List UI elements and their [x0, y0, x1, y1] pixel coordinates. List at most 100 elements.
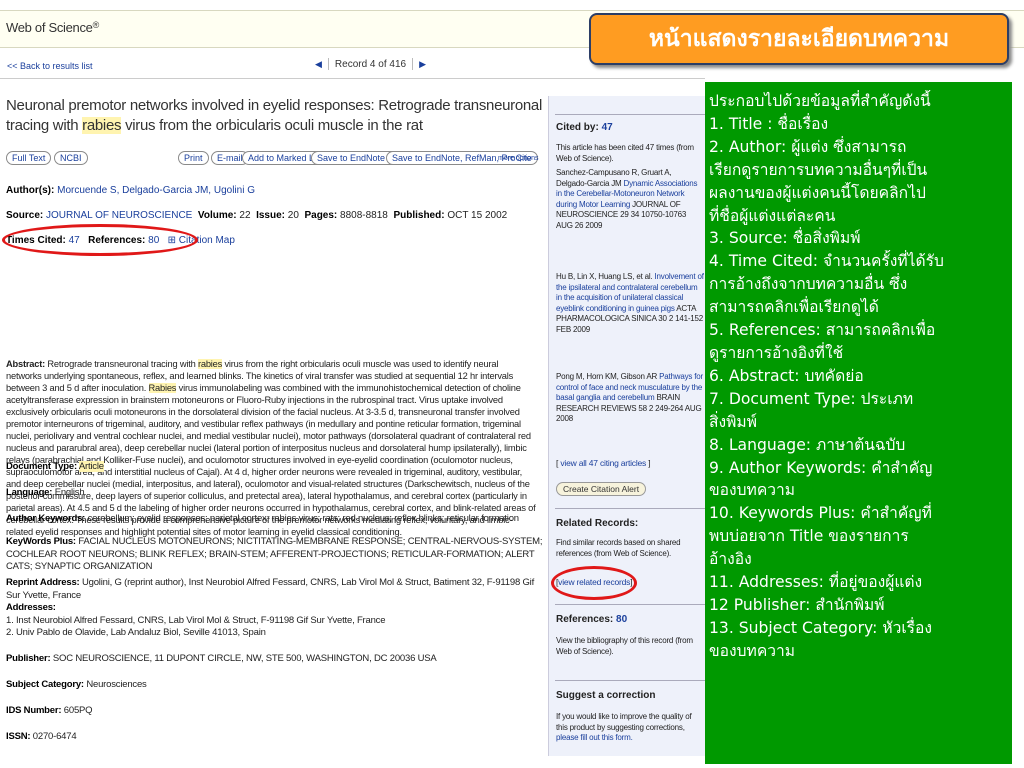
language-value: English — [54, 487, 85, 498]
publisher-field: Publisher: SOC NEUROSCIENCE, 11 DUPONT C… — [6, 653, 546, 666]
explanation-line: การอ้างถึงจากบทความอื่น ซึ่ง — [709, 275, 908, 294]
explanation-line: 1. Title : ชื่อเรื่อง — [709, 114, 829, 133]
field-label: Pages: — [304, 210, 338, 221]
subject-category-field: Subject Category: Neurosciences — [6, 679, 546, 692]
next-record-arrow-icon[interactable]: ▶ — [419, 59, 426, 70]
web-of-science-logo[interactable]: Web of Science® — [6, 20, 99, 35]
cited-by-description: This article has been cited 47 times (fr… — [556, 143, 694, 163]
field-label: Language: — [6, 487, 53, 498]
ncbi-button[interactable]: NCBI — [54, 151, 88, 165]
sidebar: Cited by: 47 This article has been cited… — [548, 96, 708, 756]
issn-field: ISSN: 0270-6474 — [6, 731, 546, 744]
author-keywords-value: cerebellum; eyelid responses; parietal c… — [87, 513, 519, 524]
source-field: Source: JOURNAL OF NEUROSCIENCE Volume: … — [6, 209, 507, 222]
explanation-line: 2. Author: ผู้แต่ง ซึ่งสามารถ — [709, 137, 907, 156]
more-options-link[interactable]: more options — [498, 155, 538, 162]
full-text-button[interactable]: Full Text — [6, 151, 52, 165]
keywords-plus-value: FACIAL NUCLEUS MOTONEURONS; NICTITATING-… — [6, 536, 543, 572]
field-label: Issue: — [256, 210, 285, 221]
back-to-results-link[interactable]: << Back to results list — [7, 61, 93, 71]
explanation-line: 7. Document Type: ประเภท — [709, 389, 914, 408]
suggest-form-link[interactable]: please fill out this form. — [556, 733, 633, 742]
references-count-link[interactable]: 80 — [616, 614, 627, 625]
author-keywords-field: Author Keywords: cerebellum; eyelid resp… — [6, 513, 546, 526]
explanation-line: 13. Subject Category: หัวเรื่อง — [709, 618, 933, 637]
explanation-line: 9. Author Keywords: คำสำคัญ — [709, 458, 933, 477]
document-type-field: Document Type: Article — [6, 461, 546, 474]
explanation-line: ของบทความ — [709, 481, 796, 500]
field-label: ISSN: — [6, 731, 31, 742]
explanation-panel: ประกอบไปด้วยข้อมูลที่สำคัญดังนี้ 1. Title… — [705, 82, 1012, 764]
explanation-line: อ้างอิง — [709, 550, 752, 569]
references-heading: References: 80 — [556, 614, 627, 625]
reprint-address-value: Ugolini, G (reprint author), Inst Neurob… — [6, 577, 535, 601]
explanation-line: 8. Language: ภาษาต้นฉบับ — [709, 435, 906, 454]
cited-by-count-link[interactable]: 47 — [602, 122, 613, 133]
field-label: KeyWords Plus: — [6, 536, 76, 547]
field-label: Source: — [6, 210, 44, 221]
field-label: Author Keywords: — [6, 513, 86, 524]
explanation-line: 6. Abstract: บทคัดย่อ — [709, 366, 864, 385]
suggest-description: If you would like to improve the quality… — [556, 712, 692, 732]
related-records-annotation-oval — [551, 566, 637, 600]
suggest-correction-text: If you would like to improve the quality… — [556, 712, 704, 744]
author-links[interactable]: Morcuende S, Delgado-Garcia JM, Ugolini … — [57, 185, 255, 196]
field-label: IDS Number: — [6, 705, 62, 716]
create-citation-alert-button[interactable]: Create Citation Alert — [556, 482, 647, 496]
explanation-line: ของบทความ — [709, 641, 796, 660]
previous-record-arrow-icon[interactable]: ◀ — [315, 59, 322, 70]
cited-by-label: Cited by: — [556, 122, 599, 133]
issue-value: 20 — [287, 210, 299, 221]
print-button[interactable]: Print — [178, 151, 209, 165]
explanation-line: สิ่งพิมพ์ — [709, 412, 757, 431]
nav-divider — [412, 58, 414, 70]
address-line: 1. Inst Neurobiol Alfred Fessard, CNRS, … — [6, 614, 386, 626]
citing-authors: Pong M, Horn KM, Gibson AR — [556, 372, 658, 381]
addresses-field: Addresses: 1. Inst Neurobiol Alfred Fess… — [6, 602, 546, 640]
cited-by-heading: Cited by: 47 — [556, 122, 613, 133]
divider — [555, 680, 705, 681]
explanation-line: เรียกดูรายการบทความอื่นๆที่เป็น — [709, 160, 928, 179]
field-label: Document Type: — [6, 461, 77, 472]
citing-authors: Hu B, Lin X, Huang LS, et al. — [556, 272, 653, 281]
source-journal-link[interactable]: JOURNAL OF NEUROSCIENCE — [46, 210, 192, 221]
explanation-line: 11. Addresses: ที่อยู่ของผู้แต่ง — [709, 573, 923, 592]
explanation-line: 5. References: สามารถคลิกเพื่อ — [709, 321, 936, 340]
field-label: Publisher: — [6, 653, 51, 664]
related-records-description: Find similar records based on shared ref… — [556, 538, 681, 558]
abstract-field: Abstract: Retrograde transneuronal traci… — [6, 358, 536, 538]
authors-field: Author(s): Morcuende S, Delgado-Garcia J… — [6, 184, 255, 197]
title-text: virus from the orbicularis oculi muscle … — [121, 117, 423, 134]
field-label: Abstract: — [6, 359, 46, 369]
field-label: Author(s): — [6, 185, 55, 196]
explanation-line: ดูรายการอ้างอิงที่ใช้ — [709, 343, 844, 362]
logo-mark: ® — [92, 20, 100, 30]
record-navigator: ◀ Record 4 of 416 ▶ — [315, 58, 426, 70]
field-label: Subject Category: — [6, 679, 84, 690]
subject-category-value: Neurosciences — [86, 679, 147, 690]
ids-number-field: IDS Number: 605PQ — [6, 705, 546, 718]
article-title: Neuronal premotor networks involved in e… — [6, 96, 546, 136]
volume-value: 22 — [239, 210, 251, 221]
title-highlight: rabies — [82, 117, 122, 134]
references-description: View the bibliography of this record (fr… — [556, 636, 693, 656]
field-label: Reprint Address: — [6, 577, 80, 588]
citing-article: Pong M, Horn KM, Gibson AR Pathways for … — [556, 372, 704, 425]
action-buttons: Full Text NCBI Print E-mail Add to Marke… — [6, 151, 546, 167]
abstract-text: Retrograde transneuronal tracing with ra… — [6, 359, 536, 537]
logo-text: Web of Science — [6, 20, 93, 35]
navigation-row: << Back to results list ◀ Record 4 of 41… — [0, 54, 700, 76]
citing-article: Hu B, Lin X, Huang LS, et al. Involvemen… — [556, 272, 704, 335]
field-label: Volume: — [197, 210, 237, 221]
explanation-line: 12 Publisher: สำนักพิมพ์ — [709, 595, 885, 614]
record-position: Record 4 of 416 — [334, 58, 407, 70]
publisher-value: SOC NEUROSCIENCE, 11 DUPONT CIRCLE, NW, … — [52, 653, 437, 664]
times-cited-annotation-oval — [2, 224, 198, 256]
explanation-line: ประกอบไปด้วยข้อมูลที่สำคัญดังนี้ — [709, 92, 931, 110]
divider — [0, 78, 705, 79]
divider — [555, 508, 705, 509]
view-all-citing-link[interactable]: [ view all 47 citing articles ] — [556, 458, 704, 469]
view-all-label: view all 47 citing articles — [560, 458, 647, 468]
explanation-line: 3. Source: ชื่อสิ่งพิมพ์ — [709, 229, 861, 248]
field-label: Addresses: — [6, 602, 56, 613]
